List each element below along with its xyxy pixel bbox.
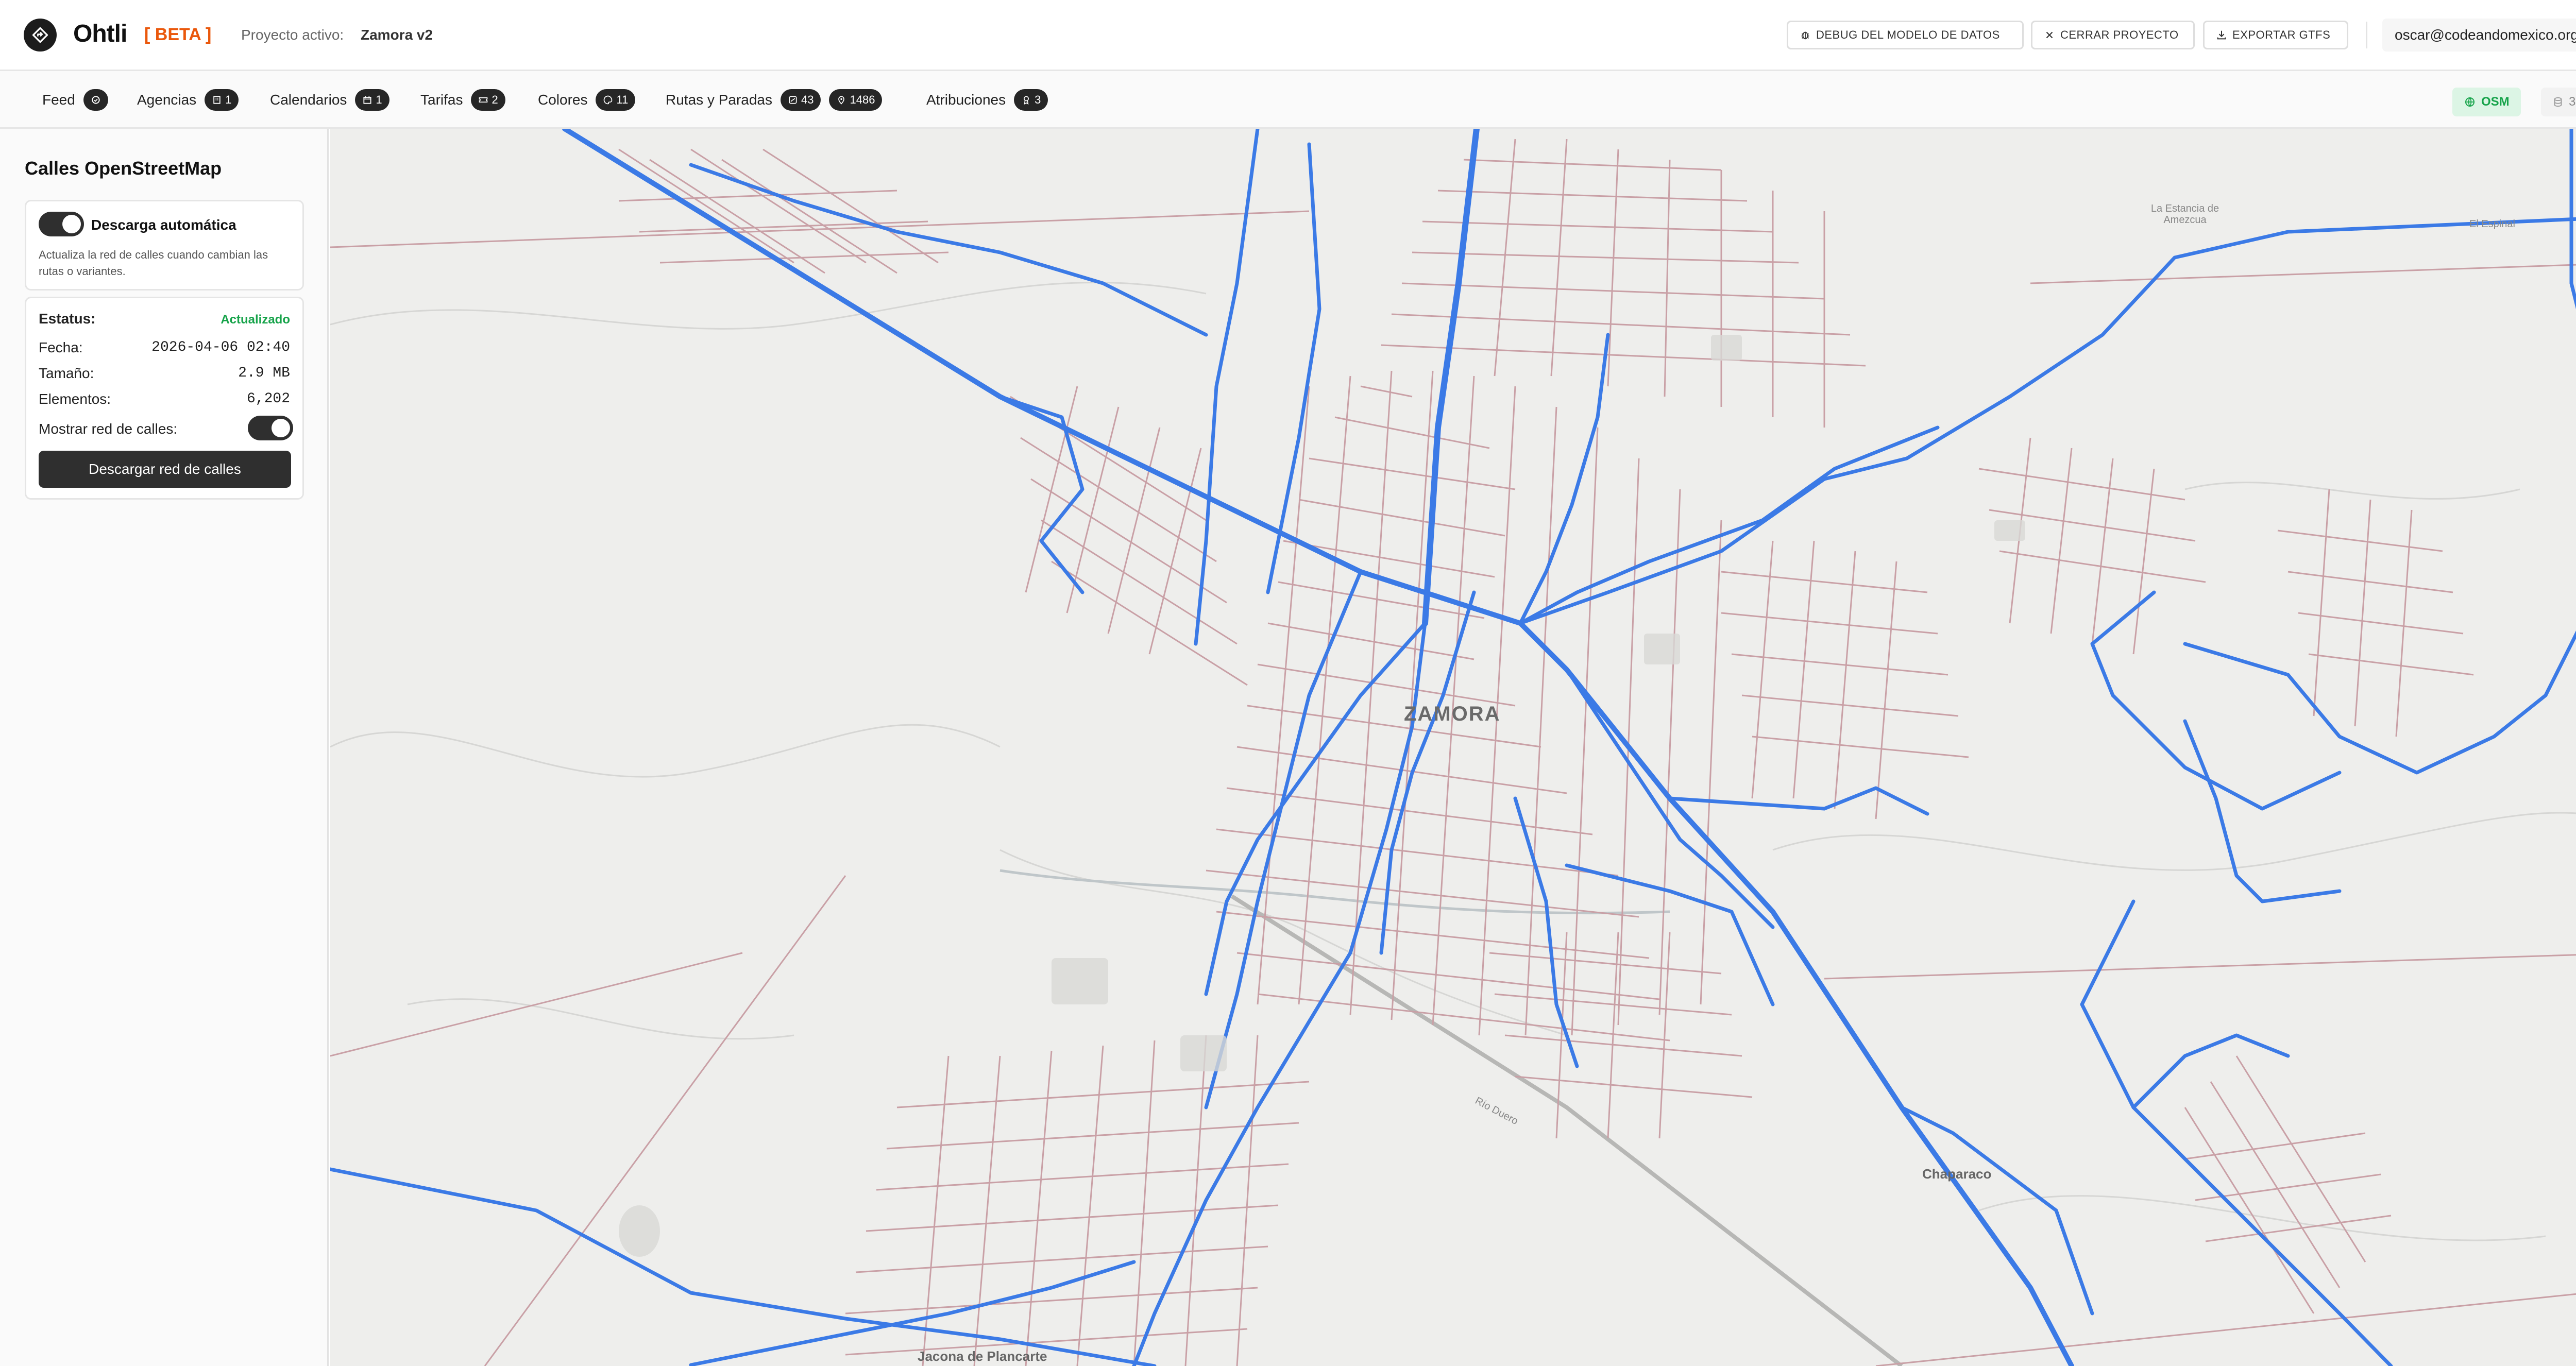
tab-label: Agencias — [137, 92, 197, 108]
map-view[interactable]: ZAMORA Chaparaco Jacona de Plancarte La … — [330, 129, 2576, 1366]
badge-count: 1 — [225, 93, 232, 106]
user-email: oscar@codeandomexico.org — [2395, 27, 2576, 43]
calendarios-count-badge: 1 — [355, 89, 389, 111]
close-project-button[interactable]: CERRAR PROYECTO — [2031, 21, 2195, 49]
osm-label: OSM — [2481, 95, 2510, 109]
tab-feed[interactable]: Feed — [42, 88, 108, 112]
debug-button-label: DEBUG DEL MODELO DE DATOS — [1816, 28, 2000, 41]
status-label: Estatus: — [39, 311, 96, 327]
export-gtfs-button[interactable]: EXPORTAR GTFS — [2203, 21, 2348, 49]
route-icon — [789, 96, 797, 104]
tab-agencias[interactable]: Agencias 1 — [137, 88, 239, 112]
town-label-chaparaco: Chaparaco — [1922, 1166, 1992, 1182]
auto-download-toggle[interactable] — [39, 212, 84, 236]
ticket-icon — [479, 97, 488, 103]
show-network-label: Mostrar red de calles: — [39, 421, 178, 437]
badge-count: 3 — [1035, 93, 1041, 106]
tab-label: Atribuciones — [926, 92, 1006, 108]
tab-bar: Feed Agencias 1 Calendarios 1 Tarifas 2 … — [0, 71, 2576, 129]
tab-label: Tarifas — [420, 92, 463, 108]
show-network-toggle[interactable] — [248, 416, 293, 440]
tab-tarifas[interactable]: Tarifas 2 — [420, 88, 505, 112]
badge-count: 1 — [376, 93, 382, 106]
town-label-el-espinal: El Espinal — [2469, 218, 2515, 230]
tab-colores[interactable]: Colores 11 — [538, 88, 636, 112]
compass-arrow-icon — [32, 27, 48, 43]
database-icon — [2554, 97, 2562, 107]
colores-count-badge: 11 — [596, 89, 636, 111]
tab-atribuciones[interactable]: Atribuciones 3 — [926, 88, 1048, 112]
size-value: 2.9 MB — [238, 365, 290, 381]
storage-size-badge: 3.9 MB — [2541, 88, 2576, 116]
elements-value: 6,202 — [246, 391, 290, 407]
sidebar-title: Calles OpenStreetMap — [25, 158, 222, 179]
river-line — [999, 869, 1670, 915]
map-pin-icon — [838, 96, 845, 105]
osm-status-badge[interactable]: OSM — [2452, 88, 2521, 116]
close-button-label: CERRAR PROYECTO — [2060, 28, 2179, 41]
status-card: Estatus: Actualizado Fecha: 2026-04-06 0… — [25, 297, 304, 500]
tab-calendarios[interactable]: Calendarios 1 — [270, 88, 389, 112]
date-value: 2026-04-06 02:40 — [151, 339, 290, 355]
tab-label: Feed — [42, 92, 75, 108]
transit-routes — [330, 129, 2576, 1366]
land-use-patches — [619, 335, 2025, 1257]
bug-icon — [1801, 31, 1809, 40]
tab-label: Rutas y Paradas — [666, 92, 772, 108]
app-title: Ohtli — [73, 20, 127, 47]
auto-download-label: Descarga automática — [91, 217, 236, 233]
debug-data-model-button[interactable]: DEBUG DEL MODELO DE DATOS — [1787, 21, 2024, 49]
auto-download-description: Actualiza la red de calles cuando cambia… — [39, 248, 268, 278]
download-network-button[interactable]: Descargar red de calles — [39, 451, 291, 488]
sidebar: Calles OpenStreetMap Descarga automática… — [0, 129, 329, 1366]
app-header: Ohtli [ BETA ] Proyecto activo: Zamora v… — [0, 0, 2576, 71]
header-divider — [2366, 22, 2367, 48]
close-icon — [2046, 31, 2053, 39]
project-name: Zamora v2 — [361, 27, 433, 43]
project-label: Proyecto activo: — [241, 27, 344, 43]
badge-count: 11 — [616, 93, 629, 106]
app-logo-icon[interactable] — [24, 19, 57, 52]
badge-count: 1486 — [850, 93, 875, 106]
town-label-jacona: Jacona de Plancarte — [918, 1348, 1047, 1364]
beta-badge: [ BETA ] — [144, 25, 212, 44]
auto-download-card: Descarga automática Actualiza la red de … — [25, 200, 304, 291]
tab-rutas-y-paradas[interactable]: Rutas y Paradas 43 1486 — [666, 88, 883, 112]
feed-status-badge — [83, 89, 108, 111]
download-icon — [2217, 30, 2226, 40]
calendar-icon — [363, 96, 372, 104]
atribuciones-count-badge: 3 — [1014, 89, 1048, 111]
badge-count: 2 — [492, 93, 498, 106]
date-label: Fecha: — [39, 339, 83, 355]
status-badge: Actualizado — [221, 313, 290, 327]
rutas-count-badge: 43 — [781, 89, 821, 111]
tab-label: Colores — [538, 92, 588, 108]
check-circle-icon — [92, 96, 100, 104]
export-button-label: EXPORTAR GTFS — [2232, 28, 2331, 41]
terrain-lines — [330, 281, 2576, 1241]
map-canvas[interactable] — [330, 129, 2576, 1366]
building-icon — [213, 96, 221, 104]
railway-line — [1230, 894, 1903, 1366]
town-label-la-estancia: La Estancia de Amezcua — [2150, 203, 2219, 226]
elements-label: Elementos: — [39, 391, 111, 407]
user-menu[interactable]: oscar@codeandomexico.org — [2382, 19, 2576, 52]
award-icon — [1024, 96, 1029, 105]
paradas-count-badge: 1486 — [829, 89, 883, 111]
tarifas-count-badge: 2 — [471, 89, 505, 111]
palette-icon — [604, 95, 613, 105]
tab-label: Calendarios — [270, 92, 347, 108]
city-label-zamora: ZAMORA — [1404, 703, 1501, 725]
size-label: Tamaño: — [39, 365, 94, 381]
badge-count: 43 — [801, 93, 814, 106]
storage-size: 3.9 MB — [2569, 95, 2576, 109]
globe-icon — [2465, 97, 2475, 107]
agencias-count-badge: 1 — [205, 89, 239, 111]
